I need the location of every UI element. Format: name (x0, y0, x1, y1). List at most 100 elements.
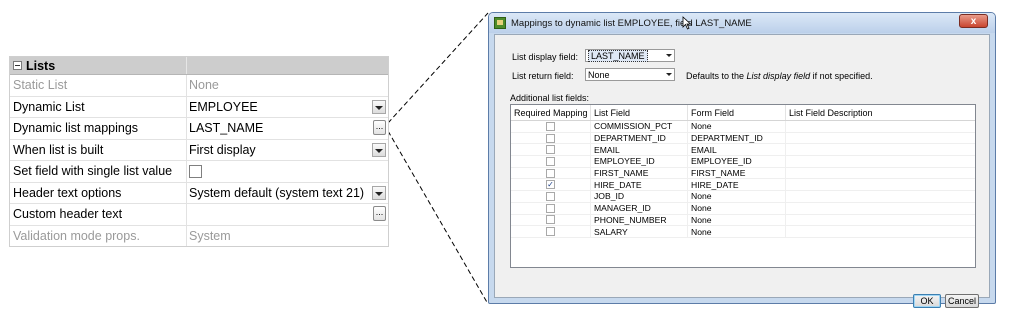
table-row[interactable]: JOB_ID None (511, 191, 975, 203)
row-when-list-is-built[interactable]: When list is built First display (10, 139, 388, 161)
required-mapping-checkbox[interactable] (546, 168, 555, 178)
column-header[interactable]: List Field Description (786, 105, 975, 120)
ellipsis-button[interactable]: ... (373, 120, 386, 135)
single-list-value-checkbox[interactable] (189, 164, 202, 178)
list-field-cell: SALARY (591, 226, 688, 237)
row-single-list-value[interactable]: Set field with single list value (10, 161, 388, 183)
table-row[interactable]: SALARY None (511, 226, 975, 238)
required-mapping-checkbox[interactable] (546, 215, 555, 225)
close-button[interactable]: x (959, 14, 988, 28)
table-row[interactable]: DEPARTMENT_ID DEPARTMENT_ID (511, 132, 975, 145)
row-custom-header-text[interactable]: Custom header text ... (10, 204, 388, 226)
table-row[interactable]: FIRST_NAME FIRST_NAME (511, 167, 975, 180)
table-row[interactable]: EMPLOYEE_ID EMPLOYEE_ID (511, 156, 975, 168)
list-display-field-value: LAST_NAME (588, 49, 648, 62)
description-cell[interactable] (786, 121, 975, 132)
row-dynamic-list[interactable]: Dynamic List EMPLOYEE (10, 96, 388, 118)
form-field-cell[interactable]: None (688, 226, 786, 237)
table-row[interactable]: ✓ HIRE_DATE HIRE_DATE (511, 179, 975, 192)
prop-value: System default (system text 21) (189, 185, 365, 200)
prop-label: Validation mode props. (10, 225, 187, 246)
description-cell[interactable] (786, 215, 975, 226)
dialog-titlebar[interactable]: Mappings to dynamic list EMPLOYEE, field… (489, 13, 995, 33)
required-mapping-checkbox[interactable] (546, 203, 555, 213)
cancel-button[interactable]: Cancel (945, 294, 979, 308)
form-field-cell[interactable]: None (688, 202, 786, 214)
required-mapping-cell (511, 156, 591, 167)
mappings-dialog: Mappings to dynamic list EMPLOYEE, field… (488, 12, 996, 308)
table-row[interactable]: PHONE_NUMBER None (511, 214, 975, 227)
required-mapping-cell (511, 144, 591, 156)
column-header[interactable]: Form Field (688, 105, 786, 120)
table-row[interactable]: EMAIL EMAIL (511, 144, 975, 157)
app-icon (494, 17, 506, 29)
row-dynamic-list-mappings[interactable]: Dynamic list mappings LAST_NAME ... (10, 118, 388, 140)
description-cell[interactable] (786, 144, 975, 155)
description-cell[interactable] (786, 203, 975, 214)
prop-value: EMPLOYEE (189, 99, 258, 114)
list-field-cell: PHONE_NUMBER (591, 214, 688, 226)
required-mapping-cell (511, 226, 591, 237)
column-header[interactable]: List Field (591, 105, 688, 120)
collapse-icon[interactable] (13, 61, 22, 70)
list-field-cell: MANAGER_ID (591, 202, 688, 214)
dynamic-list-mappings-field[interactable]: LAST_NAME ... (187, 118, 388, 139)
prop-value: System (189, 228, 231, 243)
description-cell[interactable] (786, 133, 975, 144)
when-list-built-select[interactable]: First display (187, 140, 388, 161)
prop-label: Dynamic List (10, 96, 187, 117)
description-cell[interactable] (786, 191, 975, 202)
row-validation-mode: Validation mode props. System (10, 225, 388, 246)
list-field-cell: HIRE_DATE (591, 179, 688, 191)
required-mapping-checkbox[interactable] (546, 133, 555, 143)
form-field-cell[interactable]: EMPLOYEE_ID (688, 156, 786, 167)
table-row[interactable]: COMMISSION_PCT None (511, 121, 975, 133)
dynamic-list-select[interactable]: EMPLOYEE (187, 97, 388, 118)
ellipsis-button[interactable]: ... (373, 206, 386, 221)
section-header-lists[interactable]: Lists (10, 57, 388, 75)
dropdown-arrow-icon[interactable] (372, 185, 386, 200)
dropdown-arrow-icon[interactable] (372, 142, 386, 157)
form-field-cell[interactable]: DEPARTMENT_ID (688, 132, 786, 144)
prop-value: None (189, 78, 219, 93)
row-static-list: Static List None (10, 75, 388, 97)
chevron-down-icon (664, 69, 674, 80)
list-return-field-select[interactable]: None (585, 68, 675, 81)
list-field-cell: FIRST_NAME (591, 167, 688, 179)
form-field-cell[interactable]: FIRST_NAME (688, 167, 786, 179)
ok-button[interactable]: OK (913, 294, 941, 308)
column-header[interactable]: Required Mapping (511, 105, 591, 120)
form-field-cell[interactable]: None (688, 121, 786, 132)
required-mapping-checkbox[interactable]: ✓ (546, 180, 555, 190)
required-mapping-checkbox[interactable] (546, 121, 555, 131)
list-display-field-select[interactable]: LAST_NAME (585, 49, 675, 62)
additional-fields-table[interactable]: Required Mapping List Field Form Field L… (510, 104, 976, 268)
custom-header-text-field[interactable]: ... (187, 204, 388, 225)
header-text-options-select[interactable]: System default (system text 21) (187, 183, 388, 204)
form-field-cell[interactable]: EMAIL (688, 144, 786, 156)
table-row[interactable]: MANAGER_ID None (511, 202, 975, 215)
prop-label: Header text options (10, 182, 187, 203)
description-cell[interactable] (786, 168, 975, 179)
additional-fields-label: Additional list fields: (510, 93, 590, 103)
required-mapping-cell (511, 191, 591, 202)
required-mapping-checkbox[interactable] (546, 191, 555, 201)
list-return-field-value: None (588, 69, 610, 80)
description-cell[interactable] (786, 179, 975, 190)
form-field-cell[interactable]: HIRE_DATE (688, 179, 786, 191)
row-header-text-options[interactable]: Header text options System default (syst… (10, 182, 388, 204)
form-field-cell[interactable]: None (688, 214, 786, 226)
dropdown-arrow-icon[interactable] (372, 99, 386, 114)
list-display-field-label: List display field: (512, 52, 579, 62)
required-mapping-checkbox[interactable] (546, 227, 555, 237)
dialog-title: Mappings to dynamic list EMPLOYEE, field… (511, 17, 752, 29)
section-title: Lists (26, 58, 56, 73)
list-field-cell: EMAIL (591, 144, 688, 156)
hint-emphasis: List display field (746, 71, 811, 81)
required-mapping-checkbox[interactable] (546, 156, 555, 166)
prop-value: LAST_NAME (189, 121, 264, 136)
form-field-cell[interactable]: None (688, 191, 786, 202)
required-mapping-checkbox[interactable] (546, 145, 555, 155)
description-cell[interactable] (786, 156, 975, 167)
description-cell[interactable] (786, 226, 975, 237)
